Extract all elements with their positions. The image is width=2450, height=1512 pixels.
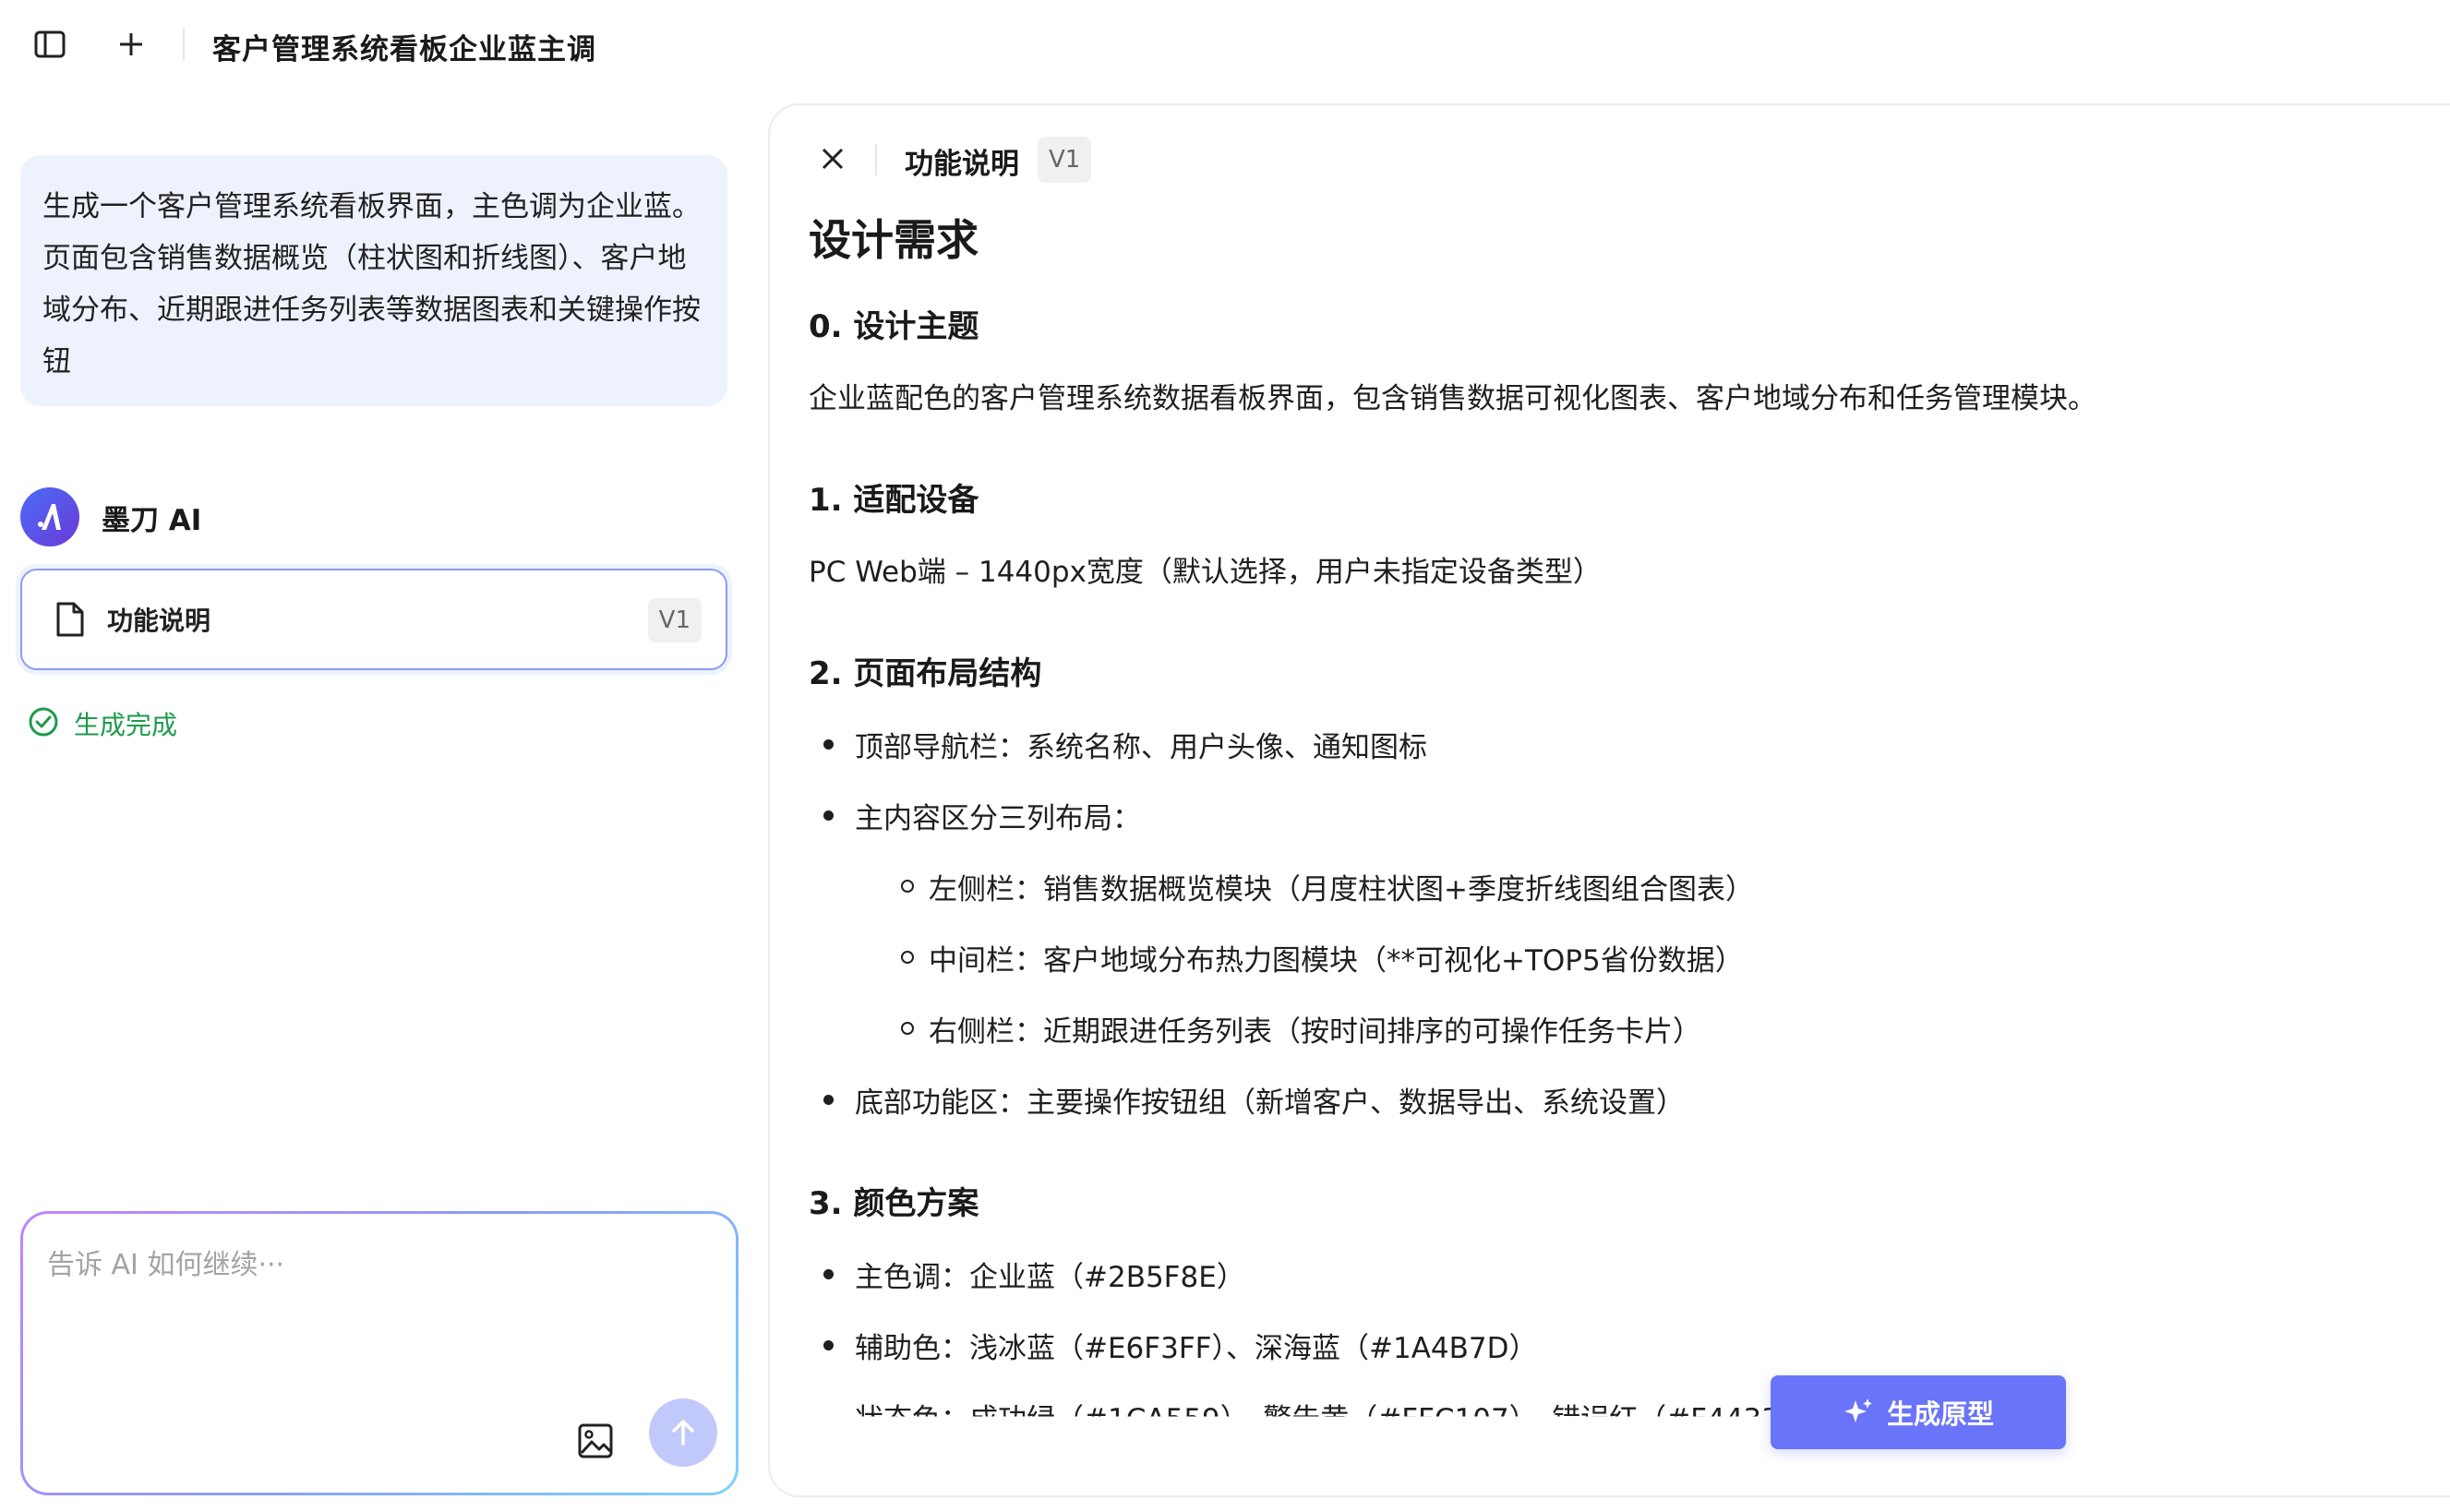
ai-header: 墨刀 AI [20,487,201,546]
sidebar-toggle-icon[interactable] [30,24,70,65]
ai-logo-icon [20,487,79,546]
document-title: 功能说明 [905,148,1019,181]
image-upload-icon[interactable] [573,1419,618,1463]
section-title: 2. 页面布局结构 [809,655,1042,692]
status-text: 生成完成 [74,710,178,740]
doc-heading: 设计需求 [809,215,979,265]
list-item: 状态色：成功绿（#1CA559）、警告黄（#FFC107）、错误红（#F4433… [855,1396,1827,1417]
send-button[interactable] [649,1398,717,1467]
version-badge[interactable]: V1 [1038,137,1092,183]
divider [875,144,877,175]
section-text: PC Web端 – 1440px宽度（默认选择，用户未指定设备类型） [809,556,1602,589]
list-item: 底部功能区：主要操作按钮组（新增客户、数据导出、系统设置） [823,1079,1685,1121]
section-title: 1. 适配设备 [809,482,979,519]
chat-input[interactable] [47,1242,712,1380]
divider [183,28,185,61]
list-item: 辅助色：浅冰蓝（#E6F3FF）、深海蓝（#1A4B7D） [823,1325,1538,1366]
sub-list-item: 中间栏：客户地域分布热力图模块（**可视化+TOP5省份数据） [901,937,1744,978]
top-bar: 客户管理系统看板企业蓝主调 [0,0,2450,89]
list-item: 主色调：企业蓝（#2B5F8E） [823,1254,1245,1295]
document-panel: 功能说明 V1 设计需求 0. 设计主题 企业蓝配色的客户管理系统数据看板界面，… [768,103,2450,1497]
sub-list-item: 左侧栏：销售数据概览模块（月度柱状图+季度折线图组合图表） [901,866,1754,907]
section-title: 0. 设计主题 [809,308,979,345]
sparkle-icon [1843,1397,1874,1428]
ai-name: 墨刀 AI [102,503,202,537]
file-icon [52,599,89,640]
version-badge: V1 [647,598,702,642]
section-title: 3. 颜色方案 [809,1185,979,1222]
check-circle-icon [28,706,59,741]
generate-prototype-label: 生成原型 [1886,1398,1994,1430]
status-complete: 生成完成 [28,705,177,742]
chat-panel: 生成一个客户管理系统看板界面，主色调为企业蓝。页面包含销售数据概览（柱状图和折线… [0,89,752,1512]
generate-prototype-button[interactable]: 生成原型 [1771,1375,2066,1449]
list-item: 主内容区分三列布局： [823,795,1141,836]
close-icon[interactable] [812,138,853,179]
list-item: 顶部导航栏：系统名称、用户头像、通知图标 [823,724,1427,765]
doc-card-label: 功能说明 [107,606,211,636]
doc-card-function-spec[interactable]: 功能说明 V1 [20,569,727,670]
user-message: 生成一个客户管理系统看板界面，主色调为企业蓝。页面包含销售数据概览（柱状图和折线… [20,155,727,406]
new-chat-icon[interactable] [111,24,151,65]
section-text: 企业蓝配色的客户管理系统数据看板界面，包含销售数据可视化图表、客户地域分布和任务… [809,382,2096,415]
arrow-up-icon [672,1420,694,1446]
document-header: 功能说明 V1 [770,105,2450,216]
project-title: 客户管理系统看板企业蓝主调 [212,33,596,66]
sub-list-item: 右侧栏：近期跟进任务列表（按时间排序的可操作任务卡片） [901,1008,1701,1050]
chat-input-box [20,1211,739,1495]
